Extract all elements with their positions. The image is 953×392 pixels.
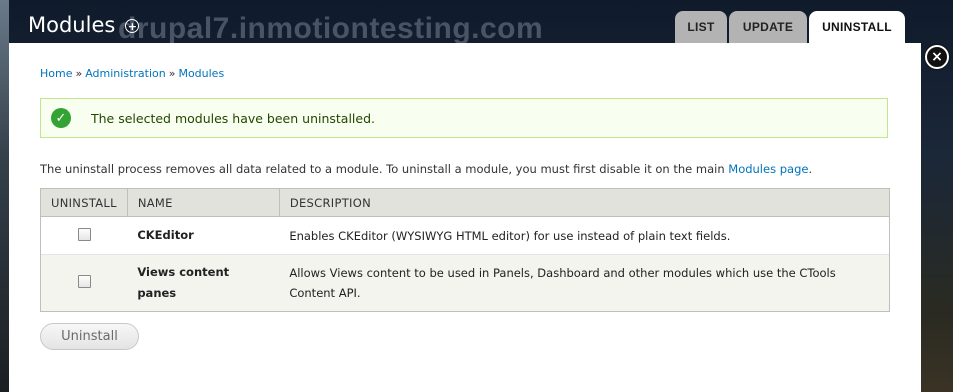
checkbox-cell <box>41 254 128 311</box>
breadcrumb-separator: » <box>168 67 176 80</box>
module-description: Allows Views content to be used in Panel… <box>279 254 889 311</box>
check-icon: ✓ <box>51 108 71 128</box>
close-icon[interactable]: × <box>925 45 949 69</box>
uninstall-button[interactable]: Uninstall <box>40 323 139 350</box>
table-row: CKEditor Enables CKEditor (WYSIWYG HTML … <box>41 216 889 255</box>
intro-text-before: The uninstall process removes all data r… <box>40 162 729 176</box>
breadcrumb-separator: » <box>75 67 83 80</box>
header-name[interactable]: NAME <box>127 189 280 217</box>
module-description: Enables CKEditor (WYSIWYG HTML editor) f… <box>279 216 889 255</box>
tab-uninstall[interactable]: UNINSTALL <box>809 11 905 43</box>
tab-list[interactable]: LIST <box>675 11 727 43</box>
header-description[interactable]: DESCRIPTION <box>279 189 889 217</box>
modules-page-link[interactable]: Modules page <box>728 162 808 176</box>
intro-text: The uninstall process removes all data r… <box>40 162 812 176</box>
breadcrumb-modules[interactable]: Modules <box>178 67 224 80</box>
breadcrumb: Home» Administration» Modules <box>40 67 224 80</box>
status-text: The selected modules have been uninstall… <box>91 110 376 126</box>
uninstall-table: UNINSTALL NAME DESCRIPTION CKEditor Enab… <box>40 188 890 312</box>
checkbox-cell <box>41 216 128 255</box>
overlay-content: Home» Administration» Modules ✓ The select… <box>9 43 921 392</box>
page-title: Modules <box>28 13 116 37</box>
tab-bar: LIST UPDATE UNINSTALL <box>675 11 905 43</box>
module-name: CKEditor <box>127 216 280 255</box>
tab-update[interactable]: UPDATE <box>729 11 807 43</box>
breadcrumb-home[interactable]: Home <box>40 67 72 80</box>
status-message: ✓ The selected modules have been uninsta… <box>40 98 888 138</box>
intro-text-after: . <box>808 162 813 176</box>
module-name: Views content panes <box>127 254 280 311</box>
backdrop-edge <box>0 0 9 392</box>
add-shortcut-icon[interactable]: + <box>125 19 140 33</box>
breadcrumb-administration[interactable]: Administration <box>85 67 166 80</box>
table-row: Views content panes Allows Views content… <box>41 254 889 311</box>
backdrop-site-name: drupal7.inmotiontesting.com <box>118 12 544 45</box>
overlay-header: Modules + <box>28 13 140 37</box>
header-uninstall[interactable]: UNINSTALL <box>41 189 128 217</box>
uninstall-checkbox-ckeditor[interactable] <box>77 227 91 241</box>
uninstall-checkbox-views-content-panes[interactable] <box>77 275 91 288</box>
